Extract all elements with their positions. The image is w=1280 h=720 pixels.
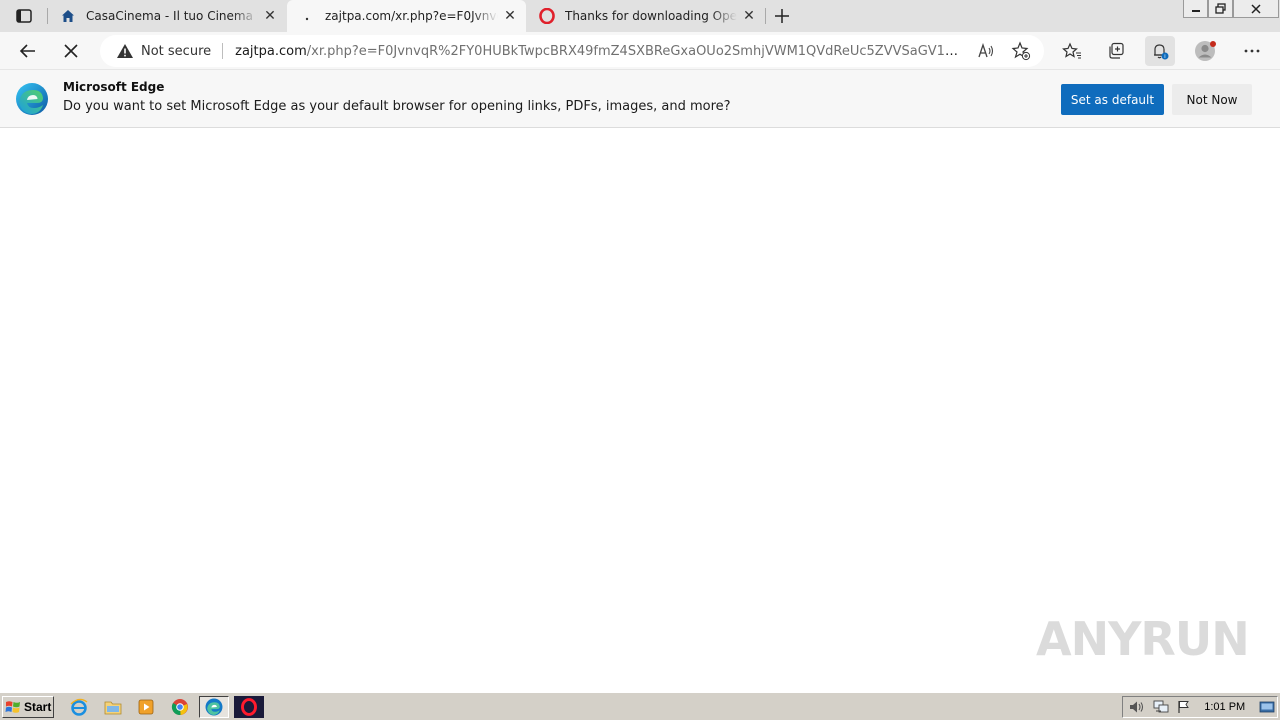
tab-actions-icon [16, 9, 32, 23]
taskbar-explorer[interactable] [98, 696, 128, 718]
back-button[interactable] [13, 36, 43, 66]
infobar-message: Do you want to set Microsoft Edge as you… [63, 99, 731, 114]
action-center-flag-icon[interactable] [1175, 699, 1195, 715]
tab-strip: CasaCinema - Il tuo Cinema Streaming ✕ z… [0, 0, 1280, 32]
collections-button[interactable] [1101, 36, 1131, 66]
restore-icon [1215, 3, 1226, 14]
network-icon[interactable] [1151, 699, 1171, 715]
notifications-icon: i [1154, 44, 1169, 60]
folder-icon [104, 701, 122, 715]
taskbar-opera[interactable] [234, 696, 264, 718]
new-tab-button[interactable] [770, 4, 794, 28]
taskbar-clock[interactable]: 1:01 PM [1204, 701, 1245, 713]
tab-title: zajtpa.com/xr.php?e=F0JvnvqR%2FY0HUBk [325, 9, 498, 23]
taskbar-media-player[interactable] [131, 696, 161, 718]
address-divider [222, 43, 224, 59]
taskbar: Start 1:01 PM [0, 692, 1280, 720]
stop-icon [64, 44, 78, 58]
svg-text:i: i [1164, 54, 1165, 60]
more-icon [1244, 49, 1260, 53]
url-text[interactable]: zajtpa.com/xr.php?e=F0JvnvqR%2FY0HUBkTwp… [235, 44, 967, 59]
start-label: Start [24, 700, 52, 714]
tab-zajtpa[interactable]: zajtpa.com/xr.php?e=F0JvnvqR%2FY0HUBk ✕ [287, 0, 526, 32]
chrome-icon [171, 699, 188, 716]
close-window-button[interactable] [1233, 0, 1279, 18]
stop-button[interactable] [56, 36, 86, 66]
taskbar-ie[interactable] [64, 696, 94, 718]
security-label[interactable]: Not secure [141, 44, 211, 59]
window-controls [1183, 0, 1279, 18]
edge-logo-icon [16, 83, 48, 115]
minimize-button[interactable] [1183, 0, 1208, 18]
favorites-button[interactable] [1057, 36, 1087, 66]
back-icon [19, 44, 35, 58]
restore-button[interactable] [1208, 0, 1233, 18]
watermark-text-right: RUN [1140, 612, 1249, 666]
ie-icon [70, 698, 88, 716]
profile-button[interactable] [1191, 36, 1221, 66]
home-icon [60, 8, 76, 24]
tab-casacinema[interactable]: CasaCinema - Il tuo Cinema Streaming ✕ [48, 0, 286, 32]
system-tray: 1:01 PM [1122, 696, 1278, 718]
show-desktop-icon[interactable] [1257, 699, 1277, 715]
watermark-text-left: ANY [1036, 612, 1141, 666]
close-tab-icon[interactable]: ✕ [737, 4, 761, 28]
set-as-default-button[interactable]: Set as default [1061, 84, 1164, 115]
more-button[interactable] [1237, 36, 1267, 66]
tab-separator [765, 8, 766, 24]
opera-icon [241, 698, 257, 716]
favorites-icon [1062, 42, 1081, 59]
profile-icon [1195, 41, 1216, 61]
close-tab-icon[interactable]: ✕ [258, 4, 282, 28]
anyrun-watermark: ANY RUN [1036, 606, 1250, 672]
media-player-icon [138, 699, 154, 715]
read-aloud-icon[interactable] [976, 41, 996, 61]
volume-icon[interactable] [1127, 699, 1147, 715]
taskbar-chrome[interactable] [165, 696, 195, 718]
taskbar-edge[interactable] [199, 696, 229, 718]
url-host: zajtpa.com [235, 43, 307, 59]
loading-icon [299, 8, 315, 24]
opera-icon [539, 8, 555, 24]
default-browser-infobar: Microsoft Edge Do you want to set Micros… [0, 70, 1280, 128]
notifications-button[interactable]: i [1145, 36, 1175, 66]
not-now-button[interactable]: Not Now [1172, 84, 1252, 115]
url-path: /xr.php?e=F0JvnvqR%2FY0HUBkTwpcBRX49fmZ4… [306, 43, 968, 59]
start-button[interactable]: Start [2, 696, 54, 718]
warning-icon[interactable] [116, 42, 134, 60]
windows-logo-icon [5, 699, 21, 715]
close-icon [1251, 3, 1261, 14]
add-favorite-icon[interactable] [1011, 41, 1031, 61]
infobar-title: Microsoft Edge [63, 80, 165, 94]
minimize-icon [1191, 9, 1200, 12]
tab-opera[interactable]: Thanks for downloading Opera ✕ [527, 0, 765, 32]
collections-icon [1109, 42, 1124, 59]
tab-title: CasaCinema - Il tuo Cinema Streaming [86, 9, 258, 23]
edge-icon [205, 698, 223, 716]
tab-title: Thanks for downloading Opera [565, 9, 737, 23]
plus-icon [775, 9, 789, 23]
address-bar[interactable]: Not secure zajtpa.com/xr.php?e=F0JvnvqR%… [100, 35, 1044, 67]
tab-actions-button[interactable] [8, 5, 40, 27]
browser-toolbar: Not secure zajtpa.com/xr.php?e=F0JvnvqR%… [0, 32, 1280, 70]
close-tab-icon[interactable]: ✕ [498, 4, 522, 28]
